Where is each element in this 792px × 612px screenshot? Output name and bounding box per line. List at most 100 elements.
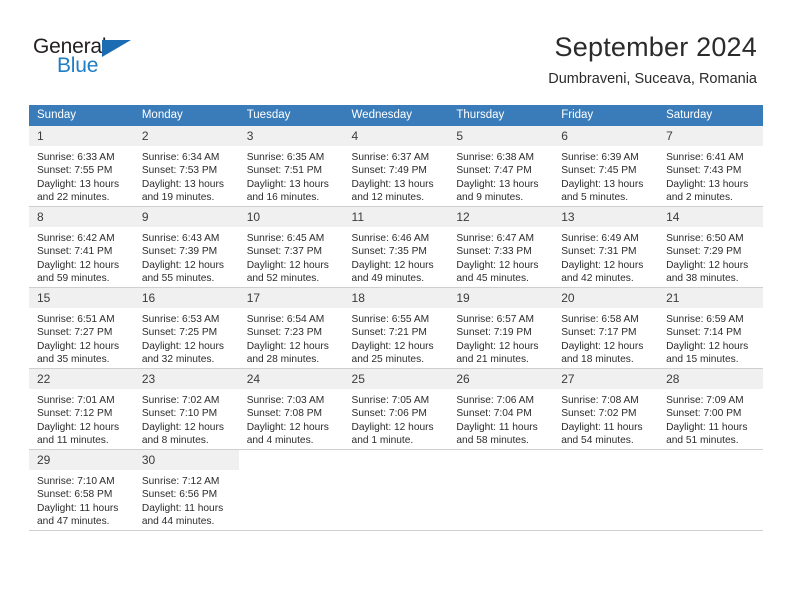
sunset-text: Sunset: 7:00 PM: [666, 408, 742, 420]
general-blue-logo[interactable]: General Blue: [33, 36, 163, 84]
calendar-week-row: 22 Sunrise: 7:01 AM Sunset: 7:12 PM Dayl…: [29, 368, 763, 450]
calendar-day-cell[interactable]: 9 Sunrise: 6:43 AM Sunset: 7:39 PM Dayli…: [133, 206, 239, 288]
weekday-header-tuesday: Tuesday: [238, 105, 344, 126]
sunrise-text: Sunrise: 6:35 AM: [246, 152, 325, 163]
calendar-day-cell[interactable]: 7 Sunrise: 6:41 AM Sunset: 7:43 PM Dayli…: [658, 126, 763, 207]
day-number: [448, 450, 554, 470]
sunrise-text: Sunrise: 7:09 AM: [666, 395, 744, 406]
day-info: Sunrise: 6:37 AM Sunset: 7:49 PM Dayligh…: [344, 146, 449, 204]
calendar-day-cell[interactable]: 15 Sunrise: 6:51 AM Sunset: 7:27 PM Dayl…: [29, 287, 134, 369]
calendar-day-cell[interactable]: 24 Sunrise: 7:03 AM Sunset: 7:08 PM Dayl…: [238, 368, 344, 450]
day-number: 21: [658, 288, 763, 308]
calendar-day-cell[interactable]: 17 Sunrise: 6:54 AM Sunset: 7:23 PM Dayl…: [238, 287, 344, 369]
calendar-day-cell[interactable]: 6 Sunrise: 6:39 AM Sunset: 7:45 PM Dayli…: [553, 126, 659, 207]
sunrise-text: Sunrise: 6:39 AM: [561, 152, 639, 163]
sunset-text: Sunset: 7:08 PM: [246, 408, 323, 420]
day-info: Sunrise: 6:55 AM Sunset: 7:21 PM Dayligh…: [344, 308, 449, 366]
sunrise-text: Sunrise: 6:54 AM: [246, 314, 325, 325]
calendar-day-cell[interactable]: 13 Sunrise: 6:49 AM Sunset: 7:31 PM Dayl…: [553, 206, 659, 288]
logo-text-blue: Blue: [57, 54, 99, 77]
calendar-day-cell[interactable]: 18 Sunrise: 6:55 AM Sunset: 7:21 PM Dayl…: [343, 287, 449, 369]
daylight-text: Daylight: 12 hours and 55 minutes.: [141, 259, 224, 284]
daylight-text: Daylight: 12 hours and 52 minutes.: [246, 259, 329, 284]
daylight-text: Daylight: 12 hours and 8 minutes.: [141, 421, 224, 446]
sunset-text: Sunset: 7:43 PM: [666, 165, 742, 177]
day-number: 16: [133, 288, 239, 308]
daylight-text: Daylight: 12 hours and 28 minutes.: [246, 340, 329, 365]
sunrise-text: Sunrise: 6:45 AM: [246, 233, 325, 244]
calendar-day-cell[interactable]: 10 Sunrise: 6:45 AM Sunset: 7:37 PM Dayl…: [238, 206, 344, 288]
calendar-day-cell[interactable]: 12 Sunrise: 6:47 AM Sunset: 7:33 PM Dayl…: [448, 206, 554, 288]
day-number: 30: [133, 450, 239, 470]
calendar-day-cell[interactable]: 11 Sunrise: 6:46 AM Sunset: 7:35 PM Dayl…: [343, 206, 449, 288]
calendar-day-cell[interactable]: 4 Sunrise: 6:37 AM Sunset: 7:49 PM Dayli…: [343, 126, 449, 207]
calendar-day-cell[interactable]: 29 Sunrise: 7:10 AM Sunset: 6:58 PM Dayl…: [29, 449, 134, 531]
day-number: [553, 450, 659, 470]
daylight-text: Daylight: 12 hours and 45 minutes.: [456, 259, 539, 284]
day-info: Sunrise: 6:33 AM Sunset: 7:55 PM Dayligh…: [29, 146, 134, 204]
day-info: Sunrise: 6:59 AM Sunset: 7:14 PM Dayligh…: [658, 308, 763, 366]
day-info: Sunrise: 6:41 AM Sunset: 7:43 PM Dayligh…: [658, 146, 763, 204]
sunset-text: Sunset: 7:45 PM: [561, 165, 637, 177]
sunrise-text: Sunrise: 7:10 AM: [37, 476, 115, 487]
day-number: 6: [553, 126, 659, 146]
day-number: 24: [238, 369, 344, 389]
calendar-day-cell[interactable]: 28 Sunrise: 7:09 AM Sunset: 7:00 PM Dayl…: [658, 368, 763, 450]
sunrise-text: Sunrise: 6:53 AM: [141, 314, 220, 325]
weekday-header-sunday: Sunday: [29, 105, 134, 126]
sunrise-text: Sunrise: 7:03 AM: [246, 395, 325, 406]
calendar-day-cell[interactable]: 16 Sunrise: 6:53 AM Sunset: 7:25 PM Dayl…: [133, 287, 239, 369]
day-number: 2: [133, 126, 239, 146]
sunset-text: Sunset: 7:10 PM: [141, 408, 218, 420]
calendar-day-cell[interactable]: 8 Sunrise: 6:42 AM Sunset: 7:41 PM Dayli…: [29, 206, 134, 288]
sunset-text: Sunset: 7:41 PM: [37, 246, 113, 258]
daylight-text: Daylight: 12 hours and 1 minute.: [351, 421, 434, 446]
calendar-day-cell-empty: [553, 449, 659, 531]
calendar-day-cell[interactable]: 2 Sunrise: 6:34 AM Sunset: 7:53 PM Dayli…: [133, 126, 239, 207]
calendar-day-cell[interactable]: 20 Sunrise: 6:58 AM Sunset: 7:17 PM Dayl…: [553, 287, 659, 369]
day-info: Sunrise: 6:58 AM Sunset: 7:17 PM Dayligh…: [553, 308, 658, 366]
daylight-text: Daylight: 12 hours and 4 minutes.: [246, 421, 329, 446]
daylight-text: Daylight: 12 hours and 11 minutes.: [37, 421, 120, 446]
day-number: 28: [658, 369, 763, 389]
calendar-day-cell[interactable]: 3 Sunrise: 6:35 AM Sunset: 7:51 PM Dayli…: [238, 126, 344, 207]
day-number: 9: [133, 207, 239, 227]
sunset-text: Sunset: 7:21 PM: [351, 327, 427, 339]
daylight-text: Daylight: 11 hours and 47 minutes.: [37, 502, 119, 527]
calendar-day-cell[interactable]: 19 Sunrise: 6:57 AM Sunset: 7:19 PM Dayl…: [448, 287, 554, 369]
day-number: 8: [29, 207, 134, 227]
day-info: Sunrise: 6:35 AM Sunset: 7:51 PM Dayligh…: [239, 146, 344, 204]
day-number: 14: [658, 207, 763, 227]
calendar-day-cell[interactable]: 5 Sunrise: 6:38 AM Sunset: 7:47 PM Dayli…: [448, 126, 554, 207]
calendar-day-cell[interactable]: 25 Sunrise: 7:05 AM Sunset: 7:06 PM Dayl…: [343, 368, 449, 450]
daylight-text: Daylight: 12 hours and 42 minutes.: [561, 259, 644, 284]
sunset-text: Sunset: 7:49 PM: [351, 165, 427, 177]
sunrise-text: Sunrise: 6:50 AM: [666, 233, 744, 244]
day-number: 20: [553, 288, 659, 308]
sunset-text: Sunset: 7:37 PM: [246, 246, 323, 258]
calendar-day-cell[interactable]: 22 Sunrise: 7:01 AM Sunset: 7:12 PM Dayl…: [29, 368, 134, 450]
sunset-text: Sunset: 7:14 PM: [666, 327, 742, 339]
calendar-day-cell[interactable]: 21 Sunrise: 6:59 AM Sunset: 7:14 PM Dayl…: [658, 287, 763, 369]
sunrise-text: Sunrise: 6:51 AM: [37, 314, 115, 325]
daylight-text: Daylight: 13 hours and 2 minutes.: [666, 178, 749, 203]
calendar-day-cell[interactable]: 30 Sunrise: 7:12 AM Sunset: 6:56 PM Dayl…: [133, 449, 239, 531]
calendar-day-cell[interactable]: 27 Sunrise: 7:08 AM Sunset: 7:02 PM Dayl…: [553, 368, 659, 450]
sunrise-text: Sunrise: 7:06 AM: [456, 395, 534, 406]
calendar-day-cell[interactable]: 14 Sunrise: 6:50 AM Sunset: 7:29 PM Dayl…: [658, 206, 763, 288]
day-number: 4: [343, 126, 449, 146]
calendar-day-cell[interactable]: 23 Sunrise: 7:02 AM Sunset: 7:10 PM Dayl…: [133, 368, 239, 450]
calendar-day-cell-empty: [658, 449, 763, 531]
sunset-text: Sunset: 7:25 PM: [141, 327, 218, 339]
calendar-day-cell[interactable]: 1 Sunrise: 6:33 AM Sunset: 7:55 PM Dayli…: [29, 126, 134, 207]
calendar-day-cell[interactable]: 26 Sunrise: 7:06 AM Sunset: 7:04 PM Dayl…: [448, 368, 554, 450]
daylight-text: Daylight: 11 hours and 58 minutes.: [456, 421, 538, 446]
daylight-text: Daylight: 12 hours and 18 minutes.: [561, 340, 644, 365]
day-info: Sunrise: 6:57 AM Sunset: 7:19 PM Dayligh…: [448, 308, 553, 366]
day-info: [658, 470, 763, 475]
sunrise-text: Sunrise: 6:33 AM: [37, 152, 115, 163]
sunset-text: Sunset: 7:31 PM: [561, 246, 637, 258]
day-info: Sunrise: 6:39 AM Sunset: 7:45 PM Dayligh…: [553, 146, 658, 204]
daylight-text: Daylight: 12 hours and 59 minutes.: [37, 259, 120, 284]
page-header: General Blue September 2024 Dumbraveni, …: [0, 0, 792, 104]
